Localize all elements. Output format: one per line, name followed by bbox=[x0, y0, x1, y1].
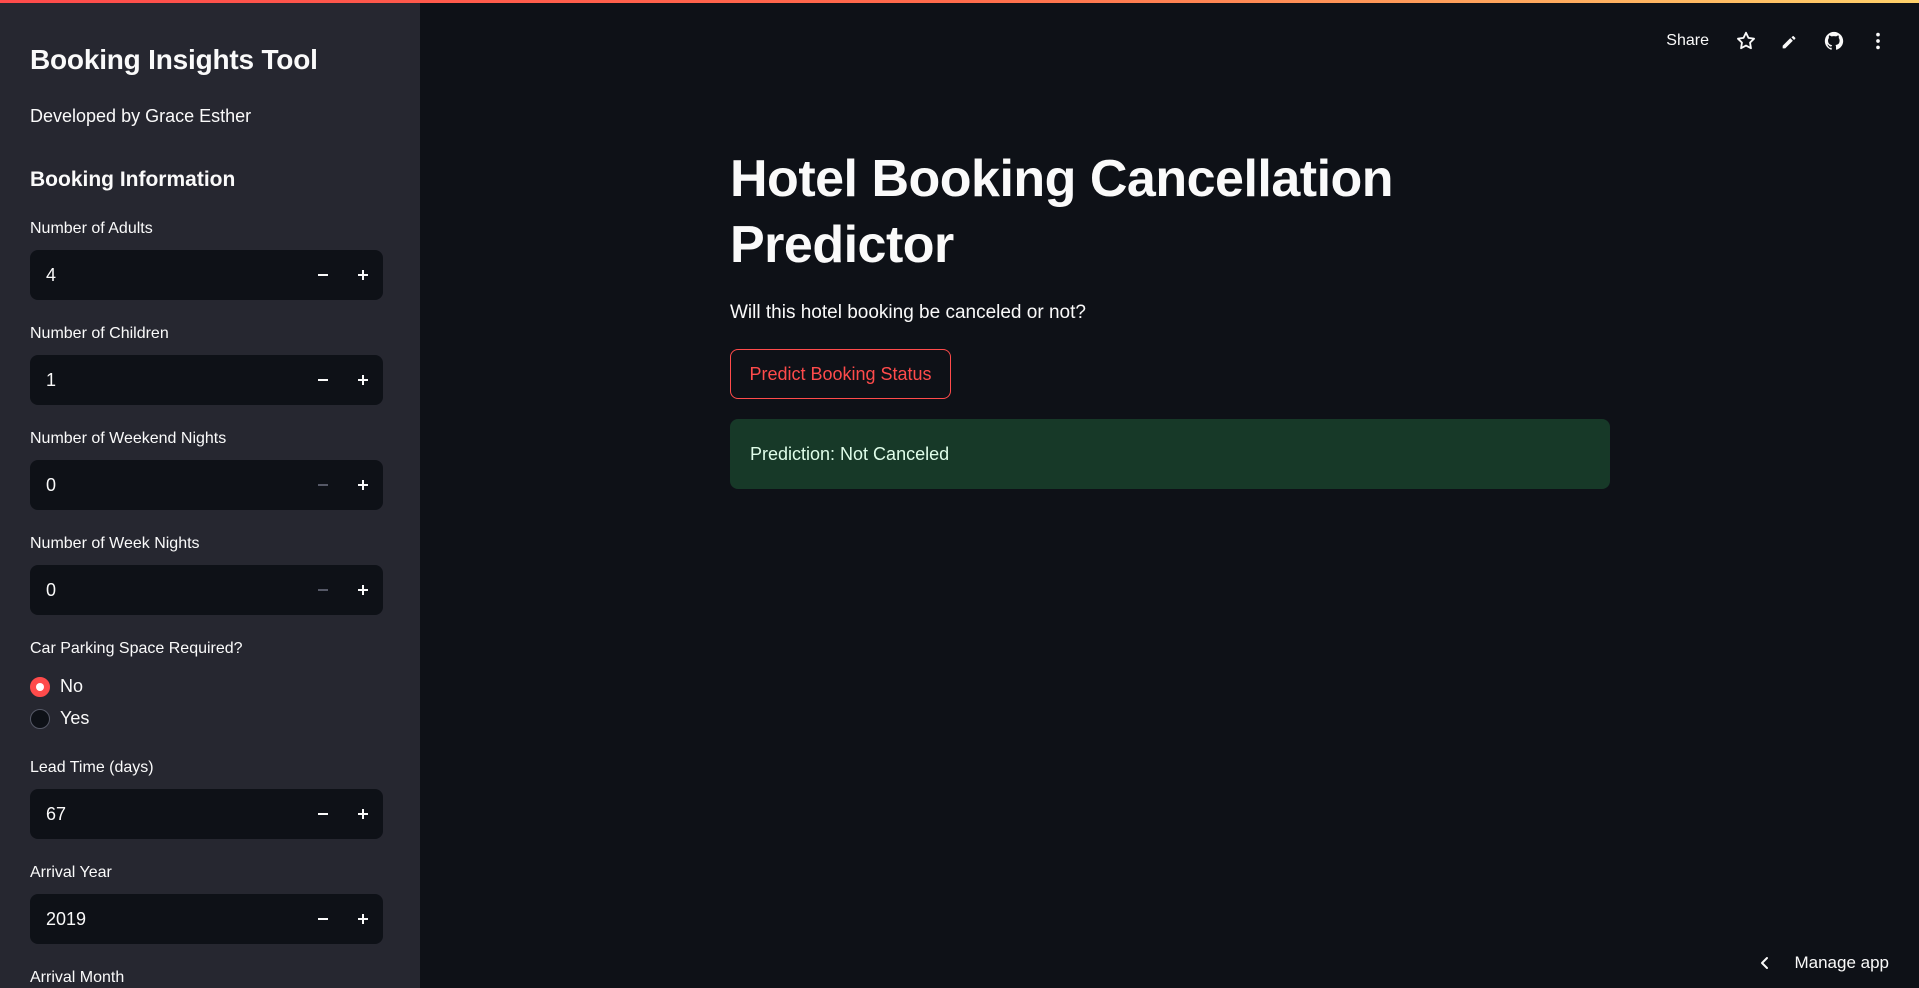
weekend-nights-value[interactable]: 0 bbox=[30, 475, 303, 496]
week-nights-increment-button[interactable] bbox=[343, 565, 383, 615]
minus-icon bbox=[318, 484, 328, 486]
adults-input[interactable]: 4 bbox=[30, 250, 383, 300]
radio-unchecked-icon[interactable] bbox=[30, 708, 50, 729]
sidebar-title: Booking Insights Tool bbox=[30, 44, 318, 75]
parking-option-no-label: No bbox=[60, 676, 84, 696]
week-nights-input[interactable]: 0 bbox=[30, 565, 383, 615]
arrival-month-label: Arrival Month bbox=[30, 969, 125, 986]
week-nights-label: Number of Week Nights bbox=[30, 535, 200, 552]
weekend-nights-input[interactable]: 0 bbox=[30, 460, 383, 510]
weekend-nights-label: Number of Weekend Nights bbox=[30, 430, 227, 447]
adults-label: Number of Adults bbox=[30, 220, 153, 237]
parking-option-no[interactable]: No bbox=[30, 676, 83, 697]
children-input[interactable]: 1 bbox=[30, 355, 383, 405]
plus-icon bbox=[358, 809, 368, 819]
sidebar-subtitle: Developed by Grace Esther bbox=[30, 106, 252, 126]
top-decoration-bar bbox=[0, 0, 1919, 3]
page-title: Hotel Booking Cancellation Predictor bbox=[730, 150, 1394, 274]
star-icon[interactable] bbox=[1735, 30, 1757, 52]
children-decrement-button[interactable] bbox=[303, 355, 343, 405]
lead-time-increment-button[interactable] bbox=[343, 789, 383, 839]
lead-time-input[interactable]: 67 bbox=[30, 789, 383, 839]
lead-time-label: Lead Time (days) bbox=[30, 759, 154, 776]
minus-icon bbox=[318, 379, 328, 381]
minus-icon bbox=[318, 589, 328, 591]
github-icon[interactable] bbox=[1823, 30, 1845, 52]
minus-icon bbox=[318, 274, 328, 276]
children-value[interactable]: 1 bbox=[30, 370, 303, 391]
arrival-year-increment-button[interactable] bbox=[343, 894, 383, 944]
prediction-result-text: Prediction: Not Canceled bbox=[750, 443, 950, 464]
plus-icon bbox=[358, 375, 368, 385]
parking-option-yes-label: Yes bbox=[60, 708, 90, 728]
predict-button[interactable]: Predict Booking Status bbox=[730, 349, 951, 399]
lead-time-value[interactable]: 67 bbox=[30, 804, 303, 825]
arrival-year-decrement-button[interactable] bbox=[303, 894, 343, 944]
plus-icon bbox=[358, 914, 368, 924]
week-nights-value[interactable]: 0 bbox=[30, 580, 303, 601]
weekend-nights-decrement-button[interactable] bbox=[303, 460, 343, 510]
arrival-year-value[interactable]: 2019 bbox=[30, 909, 303, 930]
share-button[interactable]: Share bbox=[1666, 32, 1709, 50]
minus-icon bbox=[318, 918, 328, 920]
adults-value[interactable]: 4 bbox=[30, 265, 303, 286]
manage-app-label: Manage app bbox=[1794, 953, 1889, 972]
sidebar: Booking Insights Tool Developed by Grace… bbox=[0, 0, 420, 988]
plus-icon bbox=[358, 270, 368, 280]
radio-checked-icon[interactable] bbox=[30, 676, 50, 697]
edit-icon[interactable] bbox=[1779, 30, 1801, 52]
chevron-left-icon bbox=[1761, 957, 1769, 969]
weekend-nights-increment-button[interactable] bbox=[343, 460, 383, 510]
parking-label: Car Parking Space Required? bbox=[30, 640, 243, 657]
arrival-year-input[interactable]: 2019 bbox=[30, 894, 383, 944]
parking-option-yes[interactable]: Yes bbox=[30, 708, 89, 729]
week-nights-decrement-button[interactable] bbox=[303, 565, 343, 615]
adults-increment-button[interactable] bbox=[343, 250, 383, 300]
prediction-result: Prediction: Not Canceled bbox=[730, 419, 1610, 489]
lead-time-decrement-button[interactable] bbox=[303, 789, 343, 839]
header-actions: Share bbox=[1666, 30, 1889, 52]
adults-decrement-button[interactable] bbox=[303, 250, 343, 300]
arrival-year-label: Arrival Year bbox=[30, 864, 112, 881]
minus-icon bbox=[318, 813, 328, 815]
plus-icon bbox=[358, 480, 368, 490]
section-title: Booking Information bbox=[30, 168, 236, 191]
children-label: Number of Children bbox=[30, 325, 169, 342]
children-increment-button[interactable] bbox=[343, 355, 383, 405]
more-vertical-icon[interactable] bbox=[1867, 30, 1889, 52]
plus-icon bbox=[358, 585, 368, 595]
page-subtitle: Will this hotel booking be canceled or n… bbox=[730, 302, 1086, 323]
manage-app-button[interactable]: Manage app bbox=[1758, 953, 1889, 973]
